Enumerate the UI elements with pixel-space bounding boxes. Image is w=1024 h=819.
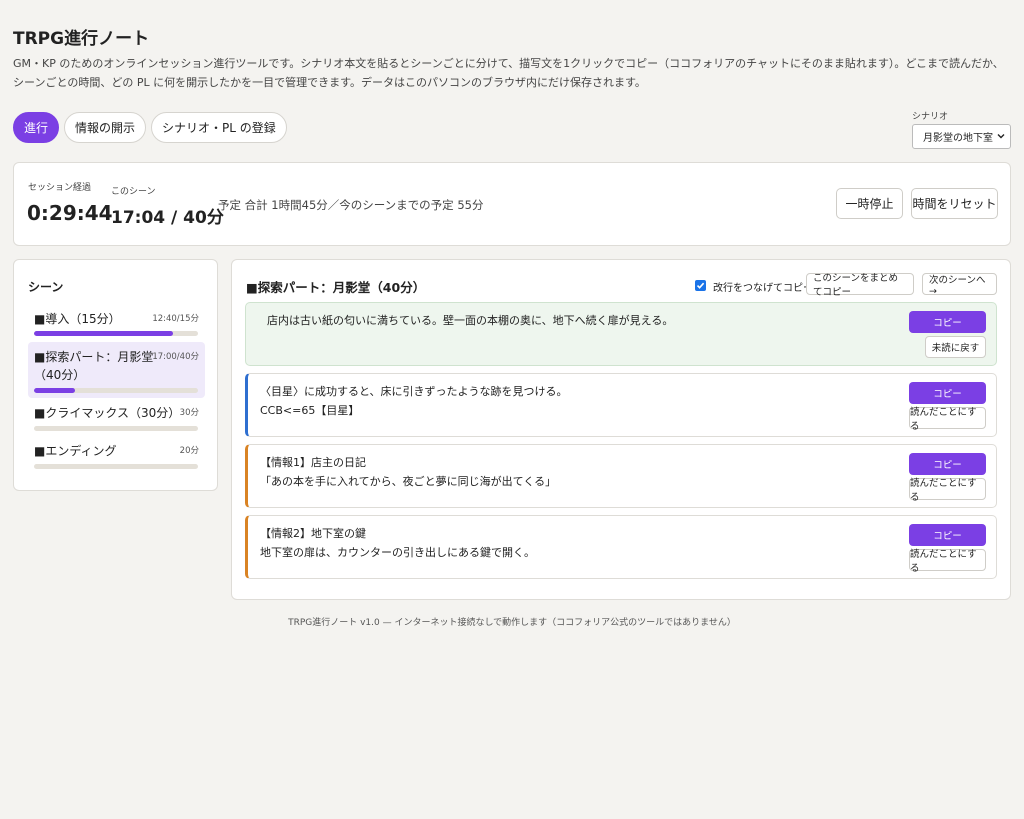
tab-disclosure[interactable]: 情報の開示 <box>64 112 147 143</box>
scene-progress-bar <box>34 331 198 336</box>
elapsed-label: セッション経過 <box>28 183 92 193</box>
block-line: CCB<=65【目星】 <box>260 404 360 417</box>
mark-read-button[interactable]: 読んだことにする <box>909 478 986 503</box>
plan-summary: 予定 合計 1時間45分／今のシーンまでの予定 55分 <box>218 198 484 212</box>
join-lines-checkbox[interactable] <box>695 280 706 291</box>
scene-name: ■導入（15分） <box>34 312 121 326</box>
scene-list-panel: シーン ■導入（15分） 12:40/15分 ■探索パート：月影堂（40分） 1… <box>13 259 218 491</box>
scene-item[interactable]: ■導入（15分） 12:40/15分 <box>28 304 205 342</box>
text-block-read: 店内は古い紙の匂いに満ちている。壁一面の本棚の奥に、地下へ続く扉が見える。 コピ… <box>245 302 997 366</box>
reset-time-button[interactable]: 時間をリセット <box>911 188 998 219</box>
copy-button[interactable]: コピー <box>909 382 986 404</box>
scene-time-label: このシーン <box>111 187 156 197</box>
block-line: 【情報2】地下室の鍵 <box>260 527 366 540</box>
scene-progress-bar <box>34 388 198 393</box>
mark-read-button[interactable]: 読んだことにする <box>909 549 986 574</box>
next-scene-button[interactable]: 次のシーンへ → <box>922 273 997 297</box>
text-block: 【情報2】地下室の鍵 地下室の扉は、カウンターの引き出しにある鍵で開く。 コピー… <box>245 515 997 579</box>
scene-name: ■エンディング <box>34 444 117 458</box>
copy-button[interactable]: コピー <box>909 453 986 475</box>
join-lines-label: 改行をつなげてコピー <box>713 283 813 294</box>
scene-text-panel: ■探索パート：月影堂（40分） 改行をつなげてコピー このシーンをまとめてコピー… <box>231 259 1011 600</box>
elapsed-time: 0:29:44 <box>27 201 113 225</box>
check-icon <box>696 282 705 289</box>
scene-item[interactable]: ■エンディング 20分 <box>28 438 205 474</box>
scene-time: 30分 <box>179 408 199 418</box>
app-title: TRPG進行ノート <box>13 29 150 49</box>
scenario-selected-value: 月影堂の地下室 <box>923 133 993 144</box>
chevron-down-icon <box>997 134 1005 139</box>
scene-title: ■探索パート：月影堂（40分） <box>246 280 426 295</box>
block-line: 〈目星〉に成功すると、床に引きずったような跡を見つける。 <box>260 385 568 398</box>
timer-panel: セッション経過 0:29:44 このシーン 17:04 / 40分 予定 合計 … <box>13 162 1011 246</box>
tab-progress[interactable]: 進行 <box>13 112 60 143</box>
scene-progress-bar <box>34 464 198 469</box>
footer-note: TRPG進行ノート v1.0 — インターネット接続なしで動作します（ココフォリ… <box>288 618 736 628</box>
text-block: 〈目星〉に成功すると、床に引きずったような跡を見つける。 CCB<=65【目星】… <box>245 373 997 437</box>
pause-button[interactable]: 一時停止 <box>836 188 903 219</box>
scene-time: 17:04 / 40分 <box>111 208 224 228</box>
scene-name: ■探索パート：月影堂（40分） <box>34 350 154 382</box>
copy-scene-button[interactable]: このシーンをまとめてコピー <box>806 273 914 298</box>
text-block: 【情報1】店主の日記 「あの本を手に入れてから、夜ごと夢に同じ海が出てくる」 コ… <box>245 444 997 508</box>
scene-progress-bar <box>34 426 198 431</box>
block-line: 【情報1】店主の日記 <box>260 456 366 469</box>
block-line: 「あの本を手に入れてから、夜ごと夢に同じ海が出てくる」 <box>260 475 557 488</box>
scene-item-current[interactable]: ■探索パート：月影堂（40分） 17:00/40分 <box>28 342 205 398</box>
mark-unread-button[interactable]: 未読に戻す <box>925 336 986 358</box>
scenario-label: シナリオ <box>912 112 949 122</box>
tab-registration[interactable]: シナリオ・PL の登録 <box>151 112 287 143</box>
copy-button[interactable]: コピー <box>909 311 986 333</box>
scenario-select[interactable]: 月影堂の地下室 <box>912 124 1011 149</box>
copy-button[interactable]: コピー <box>909 524 986 546</box>
tab-bar: 進行 情報の開示 シナリオ・PL の登録 <box>13 112 287 143</box>
scene-list-heading: シーン <box>28 280 64 294</box>
scene-progress-fill <box>34 331 174 336</box>
scene-time: 20分 <box>179 446 199 456</box>
mark-read-button[interactable]: 読んだことにする <box>909 407 986 432</box>
scene-item[interactable]: ■クライマックス（30分） 30分 <box>28 400 205 436</box>
scene-progress-fill <box>34 388 75 393</box>
scene-time: 12:40/15分 <box>152 314 199 324</box>
block-line: 地下室の扉は、カウンターの引き出しにある鍵で開く。 <box>260 546 535 559</box>
scene-name: ■クライマックス（30分） <box>34 406 181 420</box>
block-line: 店内は古い紙の匂いに満ちている。壁一面の本棚の奥に、地下へ続く扉が見える。 <box>267 314 674 327</box>
scene-time: 17:00/40分 <box>152 352 199 362</box>
app-description: GM・KP のためのオンラインセッション進行ツールです。シナリオ本文を貼るとシー… <box>13 57 1004 89</box>
